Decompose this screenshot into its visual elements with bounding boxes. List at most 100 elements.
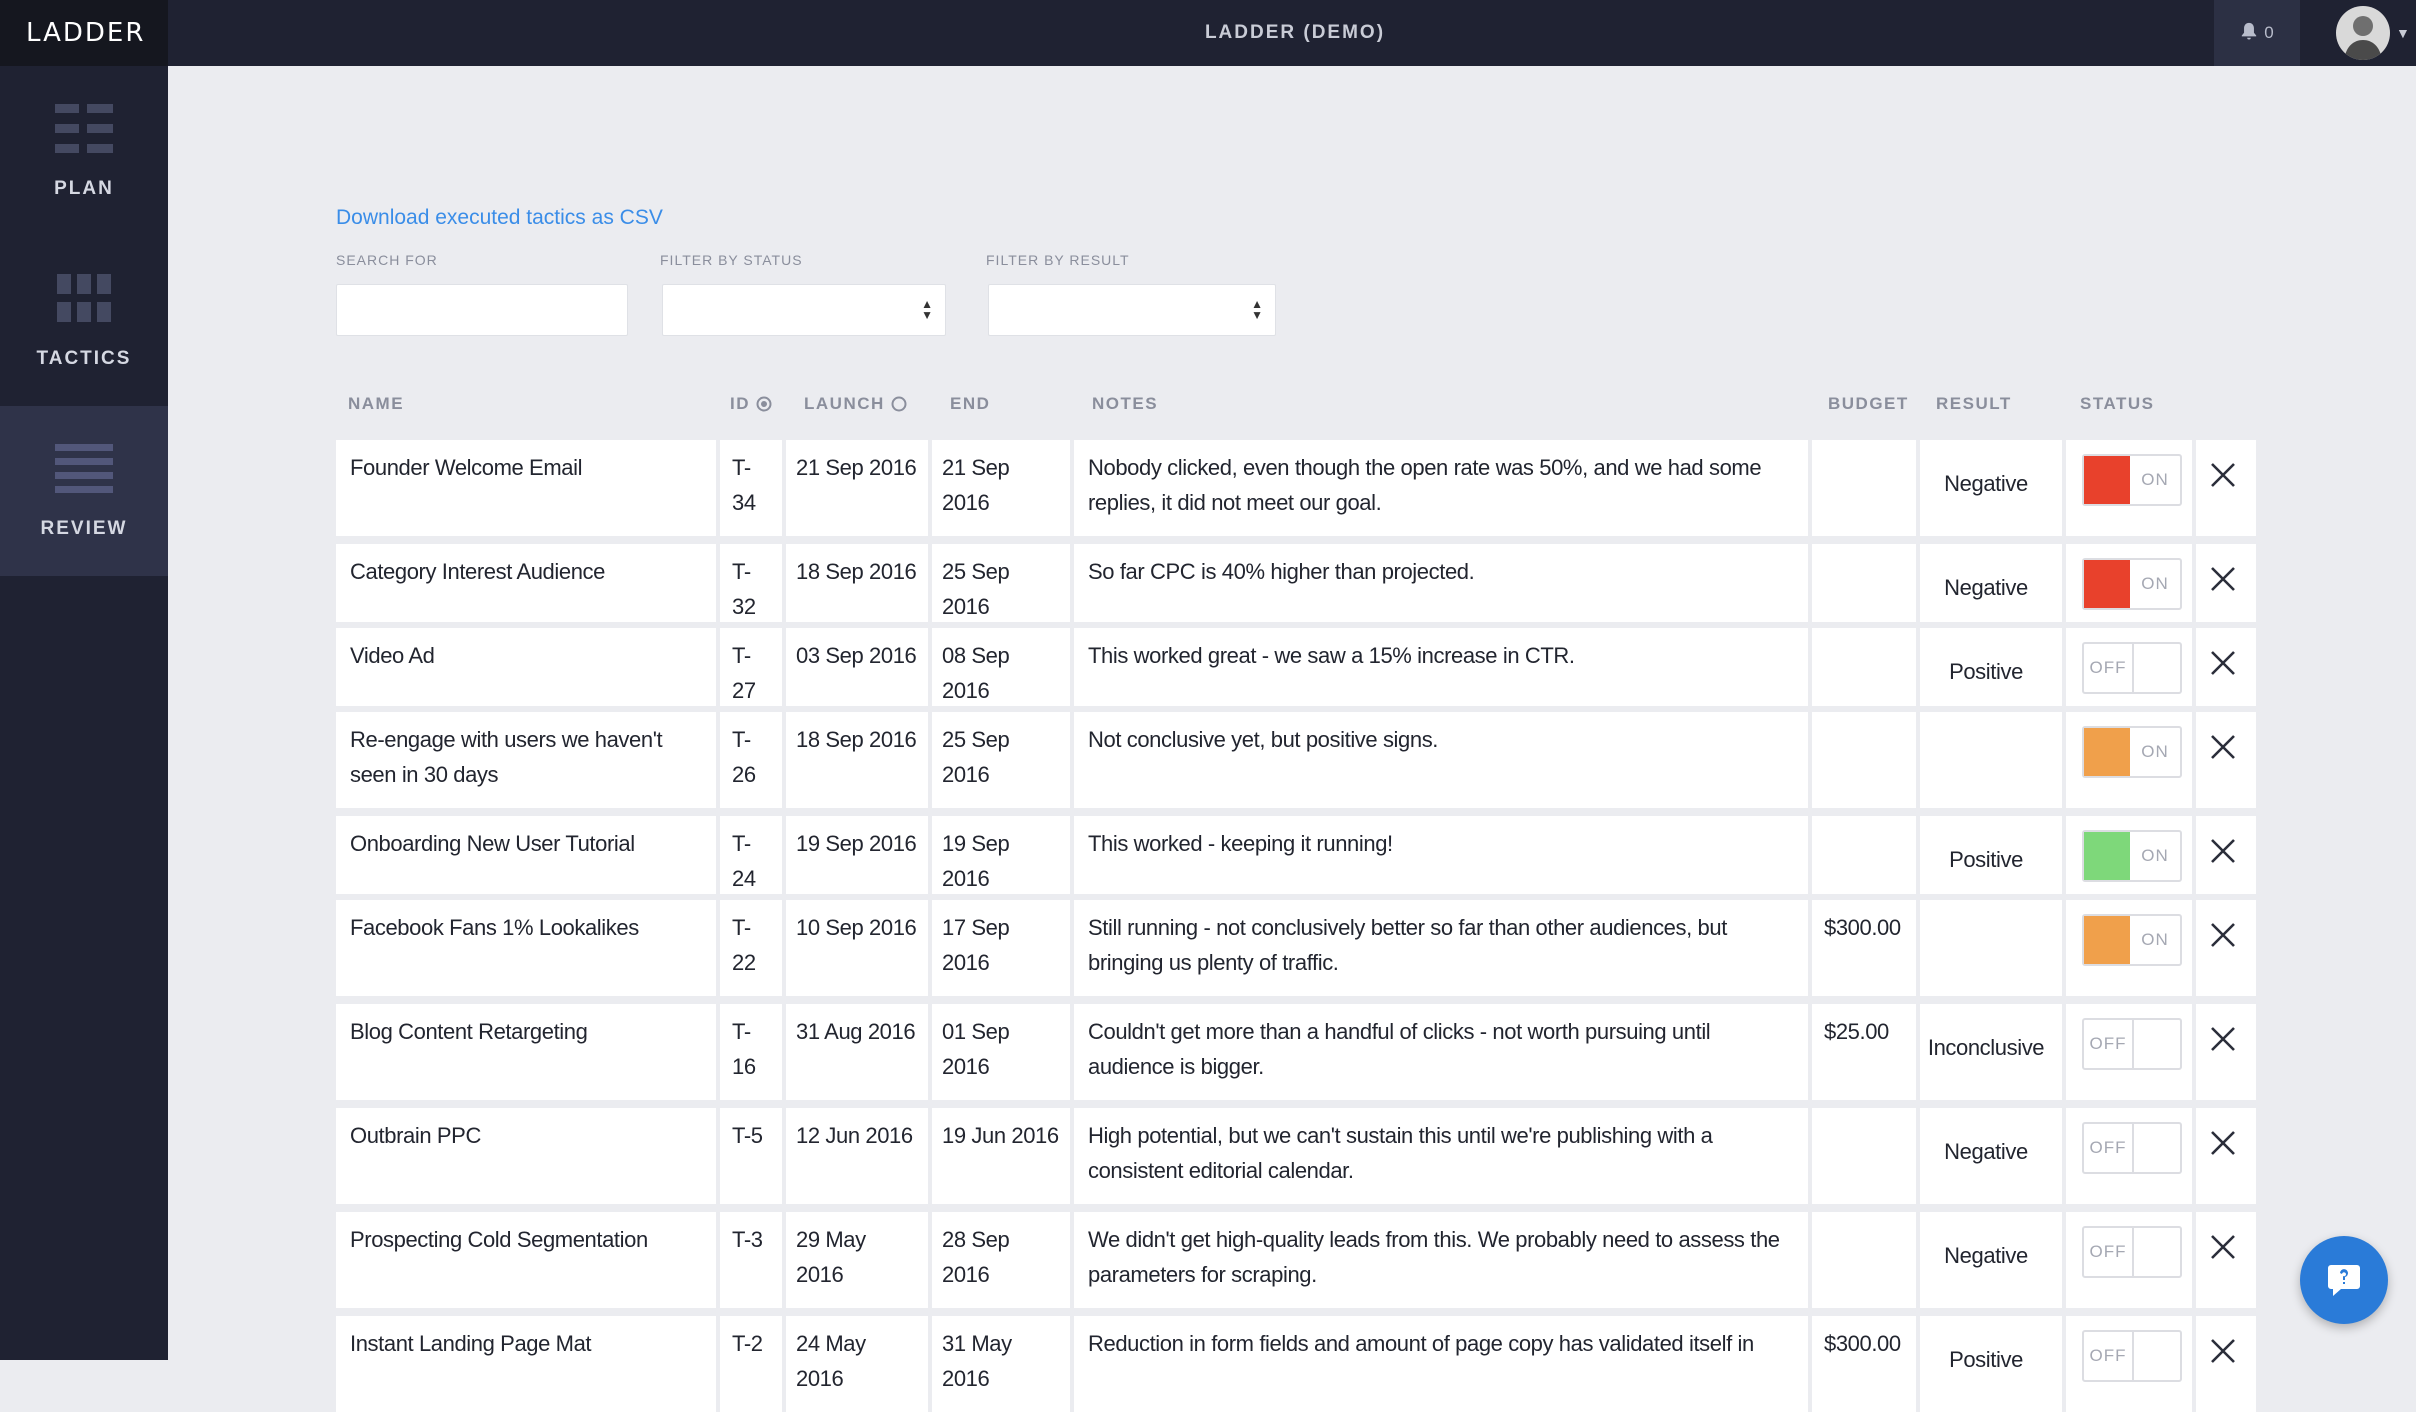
notes-text: High potential, but we can't sustain thi… [1088,1123,1713,1183]
cell-budget [1812,544,1916,622]
status-toggle[interactable]: ON [2082,558,2182,610]
result-text: Negative [1944,471,2028,496]
delete-button[interactable] [2196,552,2250,606]
close-icon [2211,1131,2235,1155]
toggle-knob [2134,1020,2180,1068]
select-caret-icon: ▲ ▼ [921,297,933,322]
id-text: T-5 [732,1123,763,1148]
status-toggle[interactable]: ON [2082,454,2182,506]
cell-notes: Nobody clicked, even though the open rat… [1074,440,1808,536]
toggle-label: ON [2141,742,2169,761]
result-text: Negative [1944,1139,2028,1164]
table-row[interactable]: Instant Landing Page Mat T-2 24 May 2016 31… [336,1316,2256,1412]
search-input[interactable] [336,284,628,336]
delete-button[interactable] [2196,1012,2250,1066]
sidebar-item-tactics[interactable]: TACTICS [0,236,168,406]
toggle-knob [2134,1124,2180,1172]
column-header-result[interactable]: RESULT [1936,394,2012,414]
delete-button[interactable] [2196,636,2250,690]
sidebar-item-label: PLAN [54,178,114,199]
table-row[interactable]: Founder Welcome Email T-34 21 Sep 2016 21 S… [336,440,2256,536]
end-text: 19 Jun 2016 [942,1123,1059,1148]
column-header-notes[interactable]: NOTES [1092,394,1158,414]
sidebar-item-review[interactable]: REVIEW [0,406,168,576]
cell-result: Negative [1920,544,2062,622]
table-row[interactable]: Video Ad T-27 03 Sep 2016 08 Sep 2016 This w… [336,628,2256,706]
download-csv-link[interactable]: Download executed tactics as CSV [336,206,663,230]
table-row[interactable]: Blog Content Retargeting T-16 31 Aug 2016 0… [336,1004,2256,1100]
chat-button[interactable] [2300,1236,2388,1324]
cell-end: 19 Sep 2016 [932,816,1070,894]
end-text: 19 Sep 2016 [942,831,1010,891]
table-row[interactable]: Outbrain PPC T-5 12 Jun 2016 19 Jun 2016 Hig… [336,1108,2256,1204]
cell-launch: 12 Jun 2016 [786,1108,928,1204]
sort-icon [756,396,772,412]
cell-result: Positive [1920,816,2062,894]
delete-button[interactable] [2196,1220,2250,1274]
toggle-label: ON [2141,846,2169,865]
status-toggle[interactable]: ON [2082,914,2182,966]
column-header-end[interactable]: END [950,394,990,414]
status-toggle[interactable]: OFF [2082,1122,2182,1174]
end-text: 31 May 2016 [942,1331,1012,1391]
chevron-down-icon[interactable]: ▼ [2396,25,2410,41]
delete-button[interactable] [2196,908,2250,962]
cell-budget [1812,712,1916,808]
cell-id: T-34 [720,440,782,536]
column-header-status[interactable]: STATUS [2080,394,2154,414]
cell-result: Inconclusive [1920,1004,2062,1100]
review-main: Download executed tactics as CSV SEARCH … [168,66,2416,1412]
cell-id: T-32 [720,544,782,622]
column-header-name[interactable]: NAME [348,394,404,414]
cell-end: 25 Sep 2016 [932,712,1070,808]
avatar[interactable] [2336,6,2390,60]
bell-icon [2240,21,2258,46]
toggle-knob [2134,1332,2180,1380]
status-toggle[interactable]: ON [2082,830,2182,882]
result-text: Inconclusive [1927,1035,2045,1060]
status-toggle[interactable]: OFF [2082,642,2182,694]
sidebar-item-label: REVIEW [40,518,128,539]
notifications-button[interactable]: 0 [2214,0,2300,66]
column-header-launch[interactable]: LAUNCH [804,394,907,414]
cell-name: Prospecting Cold Segmentation [336,1212,716,1308]
result-text: Negative [1944,575,2028,600]
cell-budget [1812,816,1916,894]
status-toggle[interactable]: ON [2082,726,2182,778]
delete-button[interactable] [2196,824,2250,878]
table-row[interactable]: Facebook Fans 1% Lookalikes T-22 10 Sep 20… [336,900,2256,996]
cell-notes: This worked - keeping it running! [1074,816,1808,894]
status-filter-select[interactable]: ▲ ▼ [662,284,946,336]
delete-button[interactable] [2196,720,2250,774]
launch-text: 03 Sep 2016 [796,643,917,668]
name-text: Blog Content Retargeting [350,1019,588,1044]
delete-cell [2196,440,2256,536]
sidebar-item-plan[interactable]: PLAN [0,66,168,236]
table-row[interactable]: Prospecting Cold Segmentation T-3 29 May 2… [336,1212,2256,1308]
column-header-id[interactable]: ID [730,394,772,414]
table-row[interactable]: Onboarding New User Tutorial T-24 19 Sep 2… [336,816,2256,894]
toggle-label: ON [2141,470,2169,489]
close-icon [2211,839,2235,863]
table-row[interactable]: Category Interest Audience T-32 18 Sep 201… [336,544,2256,622]
app-logo[interactable]: LADDER [0,0,168,66]
table-row[interactable]: Re-engage with users we haven't seen in … [336,712,2256,808]
cell-launch: 21 Sep 2016 [786,440,928,536]
user-menu[interactable]: ▼ [2300,0,2416,66]
end-text: 25 Sep 2016 [942,727,1010,787]
delete-button[interactable] [2196,1116,2250,1170]
notes-text: This worked great - we saw a 15% increas… [1088,643,1575,668]
cell-id: T-2 [720,1316,782,1412]
delete-button[interactable] [2196,448,2250,502]
delete-button[interactable] [2196,1324,2250,1378]
end-text: 21 Sep 2016 [942,455,1010,515]
id-text: T-26 [732,727,756,787]
cell-result [1920,900,2062,996]
cell-result [1920,712,2062,808]
status-toggle[interactable]: OFF [2082,1018,2182,1070]
status-toggle[interactable]: OFF [2082,1330,2182,1382]
column-header-budget[interactable]: BUDGET [1828,394,1909,414]
result-filter-select[interactable]: ▲ ▼ [988,284,1276,336]
name-text: Re-engage with users we haven't seen in … [350,727,663,787]
status-toggle[interactable]: OFF [2082,1226,2182,1278]
